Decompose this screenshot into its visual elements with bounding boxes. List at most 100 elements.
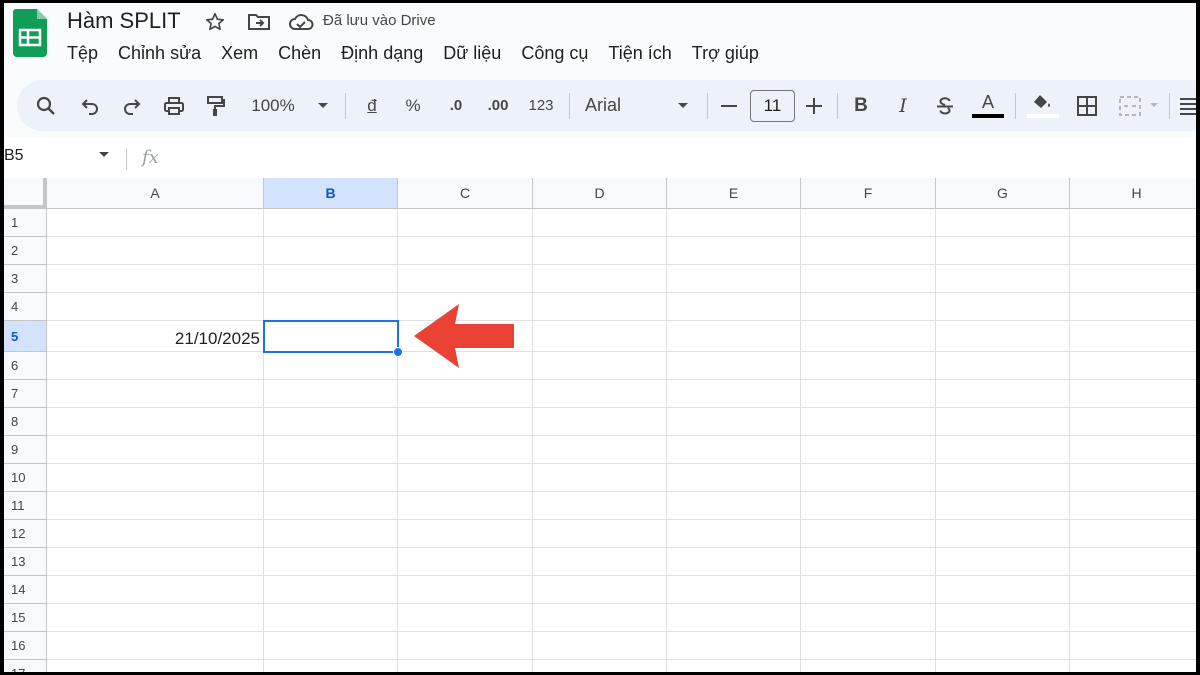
chevron-down-icon[interactable] — [98, 148, 110, 162]
more-formats-button[interactable]: 123 — [525, 80, 557, 131]
row-header-17[interactable]: 17 — [4, 660, 47, 672]
merge-cells-icon[interactable] — [1117, 80, 1143, 131]
gridline — [47, 547, 1196, 548]
horizontal-align-icon[interactable] — [1180, 80, 1196, 131]
strikethrough-icon[interactable] — [933, 80, 957, 131]
increase-font-size-icon[interactable] — [802, 80, 826, 131]
row-header-8[interactable]: 8 — [4, 408, 47, 436]
decrease-font-size-icon[interactable] — [717, 80, 741, 131]
row-header-13[interactable]: 13 — [4, 548, 47, 576]
column-header-c[interactable]: C — [398, 178, 533, 209]
toolbar-divider — [1169, 93, 1170, 119]
gridline — [47, 519, 1196, 520]
row-header-5[interactable]: 5 — [4, 321, 47, 352]
menu-tools[interactable]: Công cụ — [511, 40, 598, 66]
menu-edit[interactable]: Chỉnh sửa — [108, 40, 211, 66]
row-header-9[interactable]: 9 — [4, 436, 47, 464]
menu-format[interactable]: Định dạng — [331, 40, 433, 66]
menu-help[interactable]: Trợ giúp — [682, 40, 769, 66]
column-header-a[interactable]: A — [47, 178, 264, 209]
toolbar: 100% đ % .0 .00 123 Arial 11 B I A — [17, 80, 1196, 131]
search-menus-icon[interactable] — [31, 80, 61, 131]
zoom-select[interactable]: 100% — [245, 80, 301, 131]
decrease-decimal-button[interactable]: .0 — [442, 80, 470, 131]
row-header-11[interactable]: 11 — [4, 492, 47, 520]
gridline — [47, 435, 1196, 436]
move-folder-icon[interactable] — [246, 11, 272, 33]
column-header-f[interactable]: F — [801, 178, 936, 209]
percent-format-button[interactable]: % — [401, 80, 425, 131]
italic-button[interactable]: I — [891, 80, 915, 131]
toolbar-divider — [345, 93, 346, 119]
row-header-12[interactable]: 12 — [4, 520, 47, 548]
column-header-d[interactable]: D — [533, 178, 667, 209]
gridline — [47, 292, 1196, 293]
increase-decimal-button[interactable]: .00 — [483, 80, 513, 131]
gridline — [47, 407, 1196, 408]
row-header-15[interactable]: 15 — [4, 604, 47, 632]
gridline — [47, 659, 1196, 660]
font-size-input[interactable]: 11 — [750, 90, 795, 122]
fill-color-swatch — [1027, 114, 1059, 118]
row-header-16[interactable]: 16 — [4, 632, 47, 660]
menu-view[interactable]: Xem — [211, 40, 268, 66]
document-title[interactable]: Hàm SPLIT — [67, 8, 181, 34]
text-color-label: A — [981, 92, 994, 112]
gridline — [47, 264, 1196, 265]
redo-icon[interactable] — [117, 80, 147, 131]
menu-data[interactable]: Dữ liệu — [433, 40, 511, 66]
formula-bar-divider — [126, 148, 127, 170]
menu-bar: Tệp Chỉnh sửa Xem Chèn Định dạng Dữ liệu… — [57, 40, 769, 66]
saved-status: Đã lưu vào Drive — [323, 12, 436, 29]
sheets-logo[interactable] — [13, 9, 47, 57]
menu-file[interactable]: Tệp — [57, 40, 108, 66]
star-icon[interactable] — [202, 11, 228, 33]
row-header-6[interactable]: 6 — [4, 352, 47, 380]
column-header-e[interactable]: E — [667, 178, 801, 209]
row-header-10[interactable]: 10 — [4, 464, 47, 492]
column-header-b[interactable]: B — [264, 178, 398, 209]
chevron-down-icon[interactable] — [1147, 80, 1161, 131]
row-header-1[interactable]: 1 — [4, 209, 47, 237]
gridline — [47, 351, 1196, 352]
print-icon[interactable] — [159, 80, 189, 131]
toolbar-divider — [569, 93, 570, 119]
toolbar-divider — [707, 93, 708, 119]
row-header-2[interactable]: 2 — [4, 237, 47, 265]
row-header-3[interactable]: 3 — [4, 265, 47, 293]
toolbar-divider — [837, 93, 838, 119]
chevron-down-icon[interactable] — [673, 80, 693, 131]
column-header-g[interactable]: G — [936, 178, 1070, 209]
toolbar-divider — [1015, 93, 1016, 119]
cloud-saved-icon[interactable] — [288, 11, 314, 33]
formula-bar: B5 fx — [4, 138, 1196, 178]
bold-button[interactable]: B — [849, 80, 873, 131]
row-header-4[interactable]: 4 — [4, 293, 47, 321]
gridline — [47, 491, 1196, 492]
borders-icon[interactable] — [1073, 80, 1101, 131]
row-header-7[interactable]: 7 — [4, 380, 47, 408]
sheet-grid[interactable]: A B C D E F G H 1 2 3 4 5 6 7 8 9 10 11 … — [4, 178, 1196, 672]
gridline — [47, 631, 1196, 632]
gridline — [47, 320, 1196, 321]
column-header-h[interactable]: H — [1070, 178, 1196, 209]
row-header-14[interactable]: 14 — [4, 576, 47, 604]
paint-format-icon[interactable] — [201, 80, 231, 131]
selected-cell-b5[interactable] — [263, 320, 399, 353]
gridline — [47, 236, 1196, 237]
chevron-down-icon[interactable] — [313, 80, 333, 131]
font-family-select[interactable]: Arial — [585, 80, 635, 131]
fill-handle[interactable] — [393, 347, 403, 357]
text-color-swatch — [972, 114, 1004, 118]
name-box[interactable]: B5 — [4, 147, 24, 165]
cell-a5[interactable]: 21/10/2025 — [64, 329, 260, 349]
gridline — [47, 379, 1196, 380]
menu-insert[interactable]: Chèn — [268, 40, 331, 66]
text-color-button[interactable]: A — [970, 80, 1006, 131]
fill-color-icon[interactable] — [1025, 80, 1061, 131]
menu-extensions[interactable]: Tiện ích — [598, 40, 681, 66]
select-all-corner[interactable] — [4, 178, 47, 209]
gridline — [47, 603, 1196, 604]
undo-icon[interactable] — [75, 80, 105, 131]
currency-format-button[interactable]: đ — [360, 80, 384, 131]
